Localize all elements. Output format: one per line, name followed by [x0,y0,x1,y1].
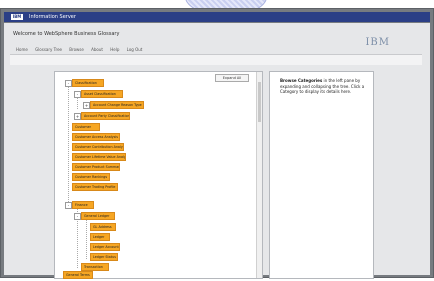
nav-home[interactable]: Home [16,47,28,52]
tree-node-customer[interactable]: Customer [72,123,100,131]
browser-window: IBM Information Server Welcome to WebSph… [0,8,434,279]
tree-node-asset-classification[interactable]: Asset Classification [81,90,123,98]
expand-account-change-reason[interactable]: + [83,102,90,109]
tree-line [86,219,87,259]
tree-node-finance[interactable]: Finance [72,201,94,209]
nav-browse[interactable]: Browse [69,47,84,52]
app-area: Welcome to WebSphere Business Glossary I… [4,23,430,279]
collapse-general-ledger[interactable]: - [74,213,81,220]
app-title: Information Server [29,14,76,20]
collapse-asset-classification[interactable]: - [74,91,81,98]
content-area: Expand All - - + + - - Classification As… [54,71,374,281]
tree-node-customer-access[interactable]: Customer Access Analysis [72,133,120,141]
tree-node-classification[interactable]: Classification [72,79,104,87]
details-panel: Browse Categories in the left pane by ex… [269,71,374,279]
nav-about[interactable]: About [91,47,103,52]
scroll-thumb[interactable] [258,82,261,122]
tree-scrollbar[interactable] [256,72,262,278]
nav-glossary-tree[interactable]: Glossary Tree [35,47,62,52]
header-divider [10,54,422,65]
title-bar: IBM Information Server [4,12,430,22]
tree-node-general-ledger[interactable]: General Ledger [81,212,115,220]
collapse-classification[interactable]: - [65,80,72,87]
tree-line [68,84,69,202]
tree-panel: Expand All - - + + - - Classification As… [54,71,263,279]
collapse-finance[interactable]: - [65,202,72,209]
tree-node-customer-contribution[interactable]: Customer Contribution Analysis [72,143,124,151]
tree-node-account-party[interactable]: Account Party Classification [81,112,130,120]
expand-account-party[interactable]: + [74,113,81,120]
tree-node-customer-rankings[interactable]: Customer Rankings [72,173,110,181]
nav-log-out[interactable]: Log Out [127,47,143,52]
browse-heading: Browse Categories [280,78,323,83]
tree-node-ledger-account[interactable]: Ledger Account [90,243,120,251]
nav-help[interactable]: Help [110,47,119,52]
tree-node-customer-product[interactable]: Customer Product Summary [72,163,120,171]
expand-all-button[interactable]: Expand All [215,74,249,82]
tree-node-ledger[interactable]: Ledger [90,233,110,241]
tree-node-ledger-status[interactable]: Ledger Status [90,253,118,261]
ibm-logo-small: IBM [11,14,23,20]
ibm-logo: IBM [365,37,390,48]
welcome-text: Welcome to WebSphere Business Glossary [13,31,120,37]
browse-instructions: Browse Categories in the left pane by ex… [280,78,368,95]
nav-bar: Home Glossary Tree Browse About Help Log… [10,45,350,54]
tree-node-transaction[interactable]: Transaction [81,263,109,271]
tree-node-gl-address[interactable]: GL Address [90,223,116,231]
tree-node-account-change-reason[interactable]: Account Change Reason Type [90,101,144,109]
tree-node-customer-trading[interactable]: Customer Trading Profile [72,183,118,191]
tree-node-customer-lifetime[interactable]: Customer Lifetime Value Analysis [72,153,126,161]
